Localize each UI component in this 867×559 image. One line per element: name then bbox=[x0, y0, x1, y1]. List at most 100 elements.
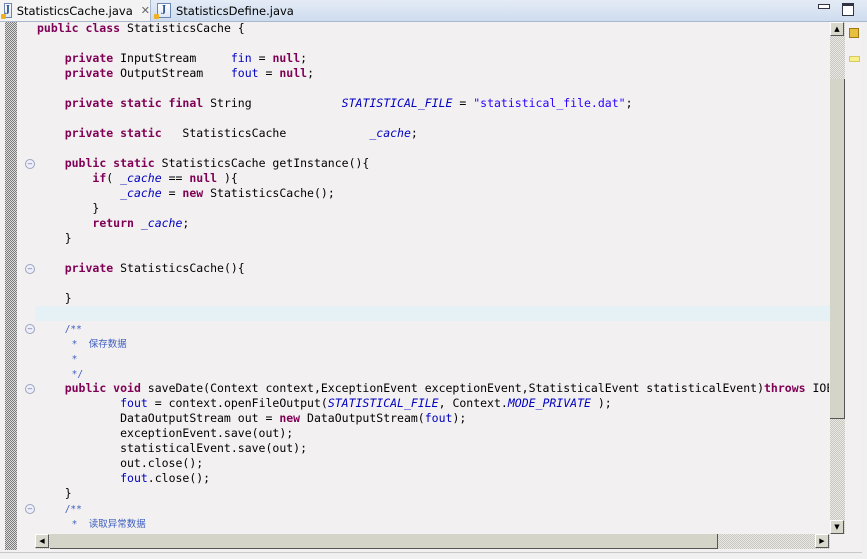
code-text-token: ; bbox=[625, 96, 633, 110]
code-text-token: ; bbox=[410, 126, 418, 140]
occurrence-marker[interactable] bbox=[849, 56, 860, 62]
close-icon[interactable]: ✕ bbox=[141, 4, 150, 17]
scroll-right-button[interactable]: ▶ bbox=[815, 534, 829, 548]
code-text-token: , Context. bbox=[438, 396, 508, 410]
code-text-token: StatisticsCache { bbox=[127, 21, 245, 35]
code-line: */ bbox=[37, 366, 829, 381]
horizontal-scroll-thumb[interactable] bbox=[50, 534, 718, 549]
minimize-icon[interactable] bbox=[818, 4, 830, 9]
code-text-token: = bbox=[258, 66, 280, 80]
code-line: private static StatisticsCache _cache; bbox=[37, 126, 829, 141]
code-line: out.close(); bbox=[37, 456, 829, 471]
keyword: private static bbox=[64, 126, 183, 140]
fold-collapse-icon[interactable]: − bbox=[25, 264, 35, 274]
code-line: public static StatisticsCache getInstanc… bbox=[37, 156, 829, 171]
javadoc-comment: * 保存数据 bbox=[71, 339, 127, 350]
tab-label: StatisticsCache.java bbox=[16, 3, 133, 18]
code-line: /** bbox=[37, 321, 829, 336]
code-text-token: ){ bbox=[217, 171, 238, 185]
static-field-name: _cache bbox=[140, 216, 183, 230]
field-name: fout bbox=[230, 66, 259, 80]
code-text-token: ; bbox=[300, 51, 308, 65]
vertical-scroll-thumb[interactable] bbox=[830, 79, 845, 419]
code-text-token: saveDate(Context context,ExceptionEvent … bbox=[147, 381, 764, 395]
fold-collapse-icon[interactable]: − bbox=[25, 324, 35, 334]
keyword: if bbox=[92, 171, 107, 185]
static-field-name: _cache bbox=[120, 186, 162, 200]
code-line: if( _cache == null ){ bbox=[37, 171, 829, 186]
horizontal-scrollbar[interactable]: ◀ ▶ bbox=[35, 534, 830, 549]
javadoc-comment: * bbox=[71, 354, 78, 365]
vertical-scrollbar[interactable]: ▲ ▼ bbox=[830, 22, 845, 534]
code-text-token: == bbox=[161, 171, 190, 185]
code-line: private InputStream fin = null; bbox=[37, 51, 829, 66]
tab-statisticsdefine-java[interactable]: J StatisticsDefine.java bbox=[153, 0, 294, 21]
code-line: DataOutputStream out = new DataOutputStr… bbox=[37, 411, 829, 426]
field-name: fin bbox=[230, 51, 252, 65]
tab-statisticscache-java[interactable]: J StatisticsCache.java ✕ bbox=[0, 0, 151, 21]
code-line: * 读取异常数据 bbox=[37, 516, 829, 531]
keyword: private static final bbox=[64, 96, 211, 110]
code-line: } bbox=[37, 201, 829, 216]
scroll-left-button[interactable]: ◀ bbox=[35, 534, 49, 548]
code-text-token: String bbox=[210, 96, 342, 110]
fold-collapse-icon[interactable]: − bbox=[25, 504, 35, 514]
tab-label: StatisticsDefine.java bbox=[176, 3, 294, 18]
fold-collapse-icon[interactable]: − bbox=[25, 384, 35, 394]
code-line: * bbox=[37, 351, 829, 366]
keyword: public void bbox=[64, 381, 148, 395]
maximize-icon[interactable] bbox=[842, 3, 854, 16]
keyword: private bbox=[64, 51, 121, 65]
code-line: private StatisticsCache(){ bbox=[37, 261, 829, 276]
scroll-up-button[interactable]: ▲ bbox=[830, 22, 844, 36]
scroll-down-button[interactable]: ▼ bbox=[830, 520, 844, 534]
code-line: return _cache; bbox=[37, 216, 829, 231]
overview-ruler bbox=[846, 22, 861, 534]
code-text-token: } bbox=[37, 201, 100, 215]
code-text-token: StatisticsCache(); bbox=[210, 186, 335, 200]
javadoc-comment: */ bbox=[71, 369, 84, 380]
keyword: null bbox=[272, 51, 301, 65]
java-file-warning-icon: J bbox=[1, 3, 12, 19]
field-name: fout bbox=[120, 471, 148, 485]
static-field-name: _cache bbox=[369, 126, 411, 140]
keyword: null bbox=[189, 171, 218, 185]
code-line: private static final String STATISTICAL_… bbox=[37, 96, 829, 111]
fold-collapse-icon[interactable]: − bbox=[25, 159, 35, 169]
javadoc-comment: /** bbox=[64, 504, 82, 515]
code-text-token: .close(); bbox=[147, 471, 211, 485]
editor-tab-bar: J StatisticsCache.java ✕ J StatisticsDef… bbox=[0, 0, 867, 22]
code-text-token: ; bbox=[182, 216, 190, 230]
code-line: fout.close(); bbox=[37, 471, 829, 486]
static-field-name: _cache bbox=[120, 171, 162, 185]
code-text-token: statisticalEvent.save(out); bbox=[37, 441, 308, 455]
code-line: } bbox=[37, 486, 829, 501]
javadoc-comment: /** bbox=[64, 324, 82, 335]
field-name: fout bbox=[120, 396, 148, 410]
keyword: return bbox=[92, 216, 141, 230]
code-text[interactable]: public class StatisticsCache { private I… bbox=[37, 21, 829, 531]
code-line: public void saveDate(Context context,Exc… bbox=[37, 381, 829, 396]
code-text-token: IOException{ bbox=[812, 381, 829, 395]
code-line: public class StatisticsCache { bbox=[37, 21, 829, 36]
code-text-token: ( bbox=[106, 171, 121, 185]
warning-summary-icon[interactable] bbox=[849, 28, 859, 38]
code-text-token: OutputStream bbox=[120, 66, 231, 80]
